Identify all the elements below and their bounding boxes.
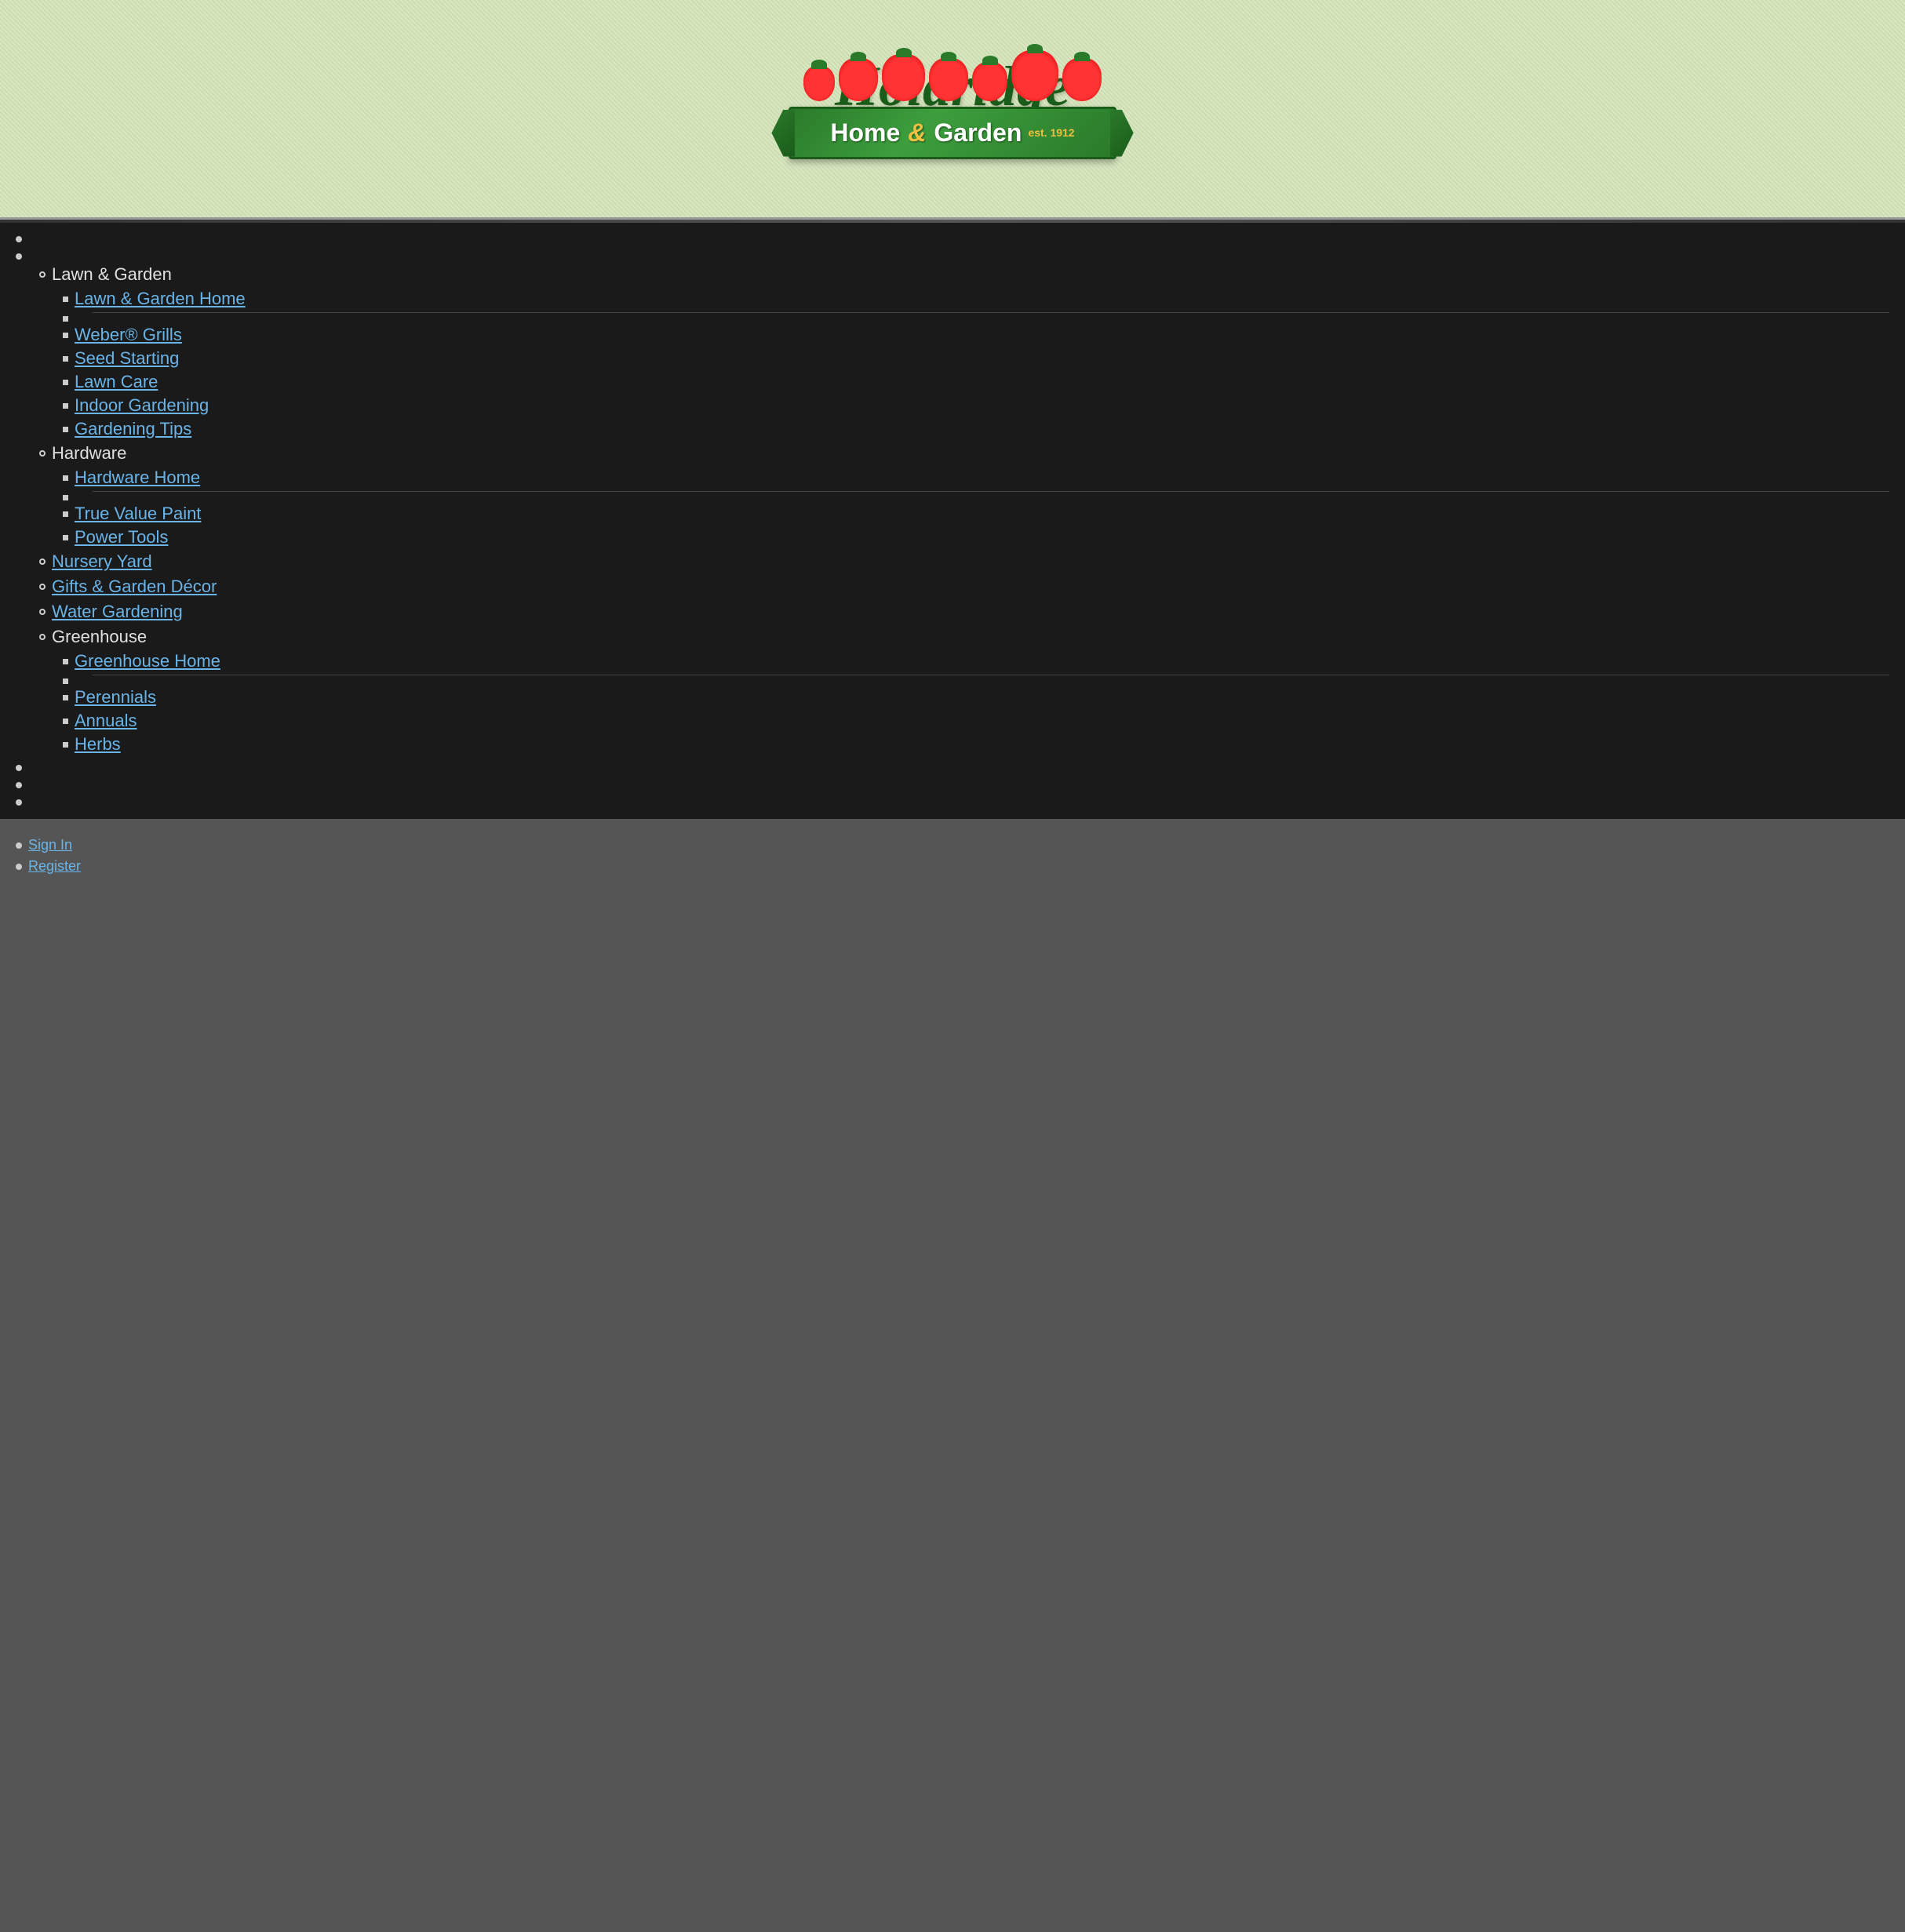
sign-in-item[interactable]: Sign In — [16, 835, 1889, 856]
lawn-care-item[interactable]: Lawn Care — [63, 370, 1889, 394]
bullet-dot-4 — [16, 782, 22, 788]
main-nav-area: Lawn & Garden Lawn & Garden Home Weber® … — [0, 223, 1905, 819]
water-gardening-item[interactable]: Water Gardening — [39, 599, 1889, 624]
strawberry-decoration — [803, 50, 1102, 101]
herbs-link[interactable]: Herbs — [75, 734, 121, 755]
nursery-yard-item[interactable]: Nursery Yard — [39, 549, 1889, 574]
circle-bullet-gifts — [39, 584, 46, 590]
power-tools-link[interactable]: Power Tools — [75, 527, 168, 548]
square-bullet-2 — [63, 316, 68, 322]
square-bullet-10 — [63, 511, 68, 517]
gardening-tips-link[interactable]: Gardening Tips — [75, 419, 191, 439]
main-nav-list: Lawn & Garden Lawn & Garden Home Weber® … — [0, 223, 1905, 819]
circle-bullet-lawn — [39, 271, 46, 278]
nav-item-2: Lawn & Garden Lawn & Garden Home Weber® … — [16, 248, 1889, 759]
gifts-garden-decor-link[interactable]: Gifts & Garden Décor — [52, 577, 217, 597]
square-bullet-4 — [63, 356, 68, 362]
empty-item-1 — [63, 315, 1889, 323]
banner-garden: Garden — [934, 118, 1022, 147]
square-bullet — [63, 297, 68, 302]
logo-banner: Home & Garden est. 1912 — [789, 107, 1116, 159]
bottom-nav: Sign In Register — [0, 819, 1905, 901]
square-bullet-16 — [63, 742, 68, 748]
hardware-header: Hardware — [39, 441, 1889, 466]
bullet-dot-1 — [16, 236, 22, 242]
gardening-tips-item[interactable]: Gardening Tips — [63, 417, 1889, 441]
lawn-garden-header: Lawn & Garden — [39, 262, 1889, 287]
square-bullet-7 — [63, 427, 68, 432]
square-bullet-15 — [63, 719, 68, 724]
weber-grills-link[interactable]: Weber® Grills — [75, 325, 182, 345]
hardware-label: Hardware — [52, 443, 126, 464]
greenhouse-home-item[interactable]: Greenhouse Home — [63, 649, 1889, 673]
square-bullet-14 — [63, 695, 68, 700]
herbs-item[interactable]: Herbs — [63, 733, 1889, 756]
annuals-link[interactable]: Annuals — [75, 711, 137, 731]
sign-in-link[interactable]: Sign In — [28, 837, 72, 853]
lawn-garden-home-item[interactable]: Lawn & Garden Home — [63, 287, 1889, 311]
weber-grills-item[interactable]: Weber® Grills — [63, 323, 1889, 347]
empty-item-2 — [63, 493, 1889, 502]
bullet-dot-5 — [16, 799, 22, 806]
hardware-items: Hardware Home True Value Paint Power Too… — [39, 466, 1889, 549]
lawn-garden-home-link[interactable]: Lawn & Garden Home — [75, 289, 246, 309]
lawn-garden-items: Lawn & Garden Home Weber® Grills Seed St… — [39, 287, 1889, 441]
square-bullet-5 — [63, 380, 68, 385]
hardware-home-item[interactable]: Hardware Home — [63, 466, 1889, 489]
nav-item-empty-5 — [16, 794, 1889, 811]
logo-container: Holdridge Home & Garden est. 1912 — [789, 58, 1116, 159]
bullet-dot-3 — [16, 765, 22, 771]
register-item[interactable]: Register — [16, 856, 1889, 877]
lawn-care-link[interactable]: Lawn Care — [75, 372, 158, 392]
register-link[interactable]: Register — [28, 858, 81, 875]
nursery-yard-link[interactable]: Nursery Yard — [52, 551, 152, 572]
bullet-dot-register — [16, 864, 22, 870]
nav-item-empty-4 — [16, 777, 1889, 794]
indoor-gardening-item[interactable]: Indoor Gardening — [63, 394, 1889, 417]
square-bullet-3 — [63, 333, 68, 338]
gifts-garden-decor-item[interactable]: Gifts & Garden Décor — [39, 574, 1889, 599]
lawn-garden-submenu: Lawn & Garden Lawn & Garden Home Weber® … — [16, 262, 1889, 756]
perennials-item[interactable]: Perennials — [63, 686, 1889, 709]
banner-home: Home — [830, 118, 900, 147]
site-header: Holdridge Home & Garden est. 1912 — [0, 0, 1905, 220]
greenhouse-label: Greenhouse — [52, 627, 147, 647]
lawn-garden-label: Lawn & Garden — [52, 264, 172, 285]
circle-bullet-hardware — [39, 450, 46, 457]
square-bullet-13 — [63, 679, 68, 684]
nav-item-empty-1 — [16, 231, 1889, 248]
greenhouse-items: Greenhouse Home Perennials Annuals — [39, 649, 1889, 756]
hardware-home-link[interactable]: Hardware Home — [75, 468, 200, 488]
square-bullet-12 — [63, 659, 68, 664]
divider-2 — [63, 491, 1889, 492]
perennials-link[interactable]: Perennials — [75, 687, 156, 708]
true-value-paint-link[interactable]: True Value Paint — [75, 504, 201, 524]
banner-ampersand: & — [908, 118, 926, 147]
circle-bullet-greenhouse — [39, 634, 46, 640]
seed-starting-item[interactable]: Seed Starting — [63, 347, 1889, 370]
true-value-paint-item[interactable]: True Value Paint — [63, 502, 1889, 526]
empty-item-3 — [63, 677, 1889, 686]
annuals-item[interactable]: Annuals — [63, 709, 1889, 733]
square-bullet-8 — [63, 475, 68, 481]
square-bullet-11 — [63, 535, 68, 540]
bullet-dot-2 — [16, 253, 22, 260]
divider-1 — [63, 312, 1889, 313]
circle-bullet-water — [39, 609, 46, 615]
banner-text: Home & Garden — [830, 118, 1022, 147]
square-bullet-6 — [63, 403, 68, 409]
power-tools-item[interactable]: Power Tools — [63, 526, 1889, 549]
greenhouse-home-link[interactable]: Greenhouse Home — [75, 651, 220, 671]
greenhouse-header: Greenhouse — [39, 624, 1889, 649]
bullet-dot-signin — [16, 842, 22, 849]
indoor-gardening-link[interactable]: Indoor Gardening — [75, 395, 209, 416]
nav-item-empty-3 — [16, 759, 1889, 777]
square-bullet-9 — [63, 495, 68, 500]
seed-starting-link[interactable]: Seed Starting — [75, 348, 179, 369]
banner-est: est. 1912 — [1028, 126, 1074, 140]
water-gardening-link[interactable]: Water Gardening — [52, 602, 183, 622]
circle-bullet-nursery — [39, 558, 46, 565]
bottom-nav-list: Sign In Register — [16, 835, 1889, 877]
